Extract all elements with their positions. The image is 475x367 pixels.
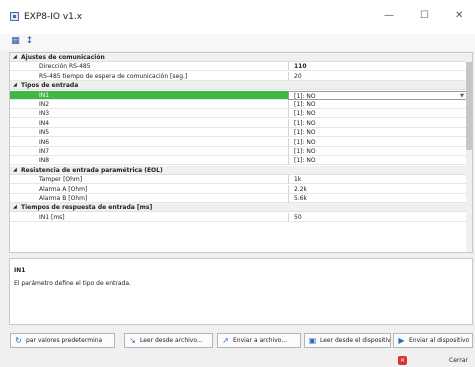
property-value-text: [1]: NO <box>294 92 316 100</box>
property-row[interactable]: Tamper [Ohm] 1k <box>10 175 468 185</box>
close-button[interactable]: ✕ Cerrar <box>392 354 470 367</box>
property-name: IN1 <box>10 90 288 100</box>
category-header[interactable]: ◢ Tiempos de respuesta de entrada [ms] <box>10 203 468 213</box>
property-name: IN8 <box>10 156 288 166</box>
property-name: Alarma B [Ohm] <box>10 194 288 203</box>
property-name: IN1 [ms] <box>10 213 288 222</box>
scrollbar-thumb[interactable] <box>466 62 472 150</box>
property-value[interactable]: 2.2k <box>288 184 468 194</box>
property-value-text: [1]: NO <box>294 138 316 146</box>
property-value[interactable]: [1]: NO <box>288 100 468 109</box>
category-header[interactable]: ◢ Ajustes de comunicación <box>10 53 468 62</box>
property-name: Dirección RS-485 <box>10 62 288 72</box>
property-row[interactable]: IN2 [1]: NO <box>10 100 468 109</box>
property-value[interactable]: 20 <box>288 71 468 81</box>
property-row[interactable]: Alarma A [Ohm] 2.2k <box>10 184 468 194</box>
property-value[interactable]: [1]: NO <box>288 118 468 128</box>
property-value-text: 1k <box>294 176 302 184</box>
property-row[interactable]: IN5 [1]: NO <box>10 128 468 138</box>
property-row[interactable]: Dirección RS-485 110 <box>10 62 468 72</box>
read-device-icon: ▣ <box>308 336 317 345</box>
property-value-text: [1]: NO <box>294 148 316 155</box>
category-label: Resistencia de entrada paramétrica (EOL) <box>10 166 468 175</box>
description-panel: IN1 El parámetro define el tipo de entra… <box>9 258 473 325</box>
category-header[interactable]: ◢ Tipos de entrada <box>10 81 468 91</box>
property-row[interactable]: Alarma B [Ohm] 5.6k <box>10 194 468 203</box>
read-from-device-button[interactable]: ▣ Leer desde el dispositivo <box>304 333 391 348</box>
property-row[interactable]: IN1 [ms] 50 <box>10 212 468 222</box>
property-value-text: [1]: NO <box>294 157 316 165</box>
property-name: IN2 <box>10 100 288 109</box>
category-label: Tipos de entrada <box>10 81 468 91</box>
property-value[interactable]: [1]: NO <box>288 147 468 156</box>
reset-defaults-label: par valores predetermina <box>26 337 103 344</box>
description-title: IN1 <box>14 267 26 274</box>
send-to-file-button[interactable]: ↗ Enviar a archivo... <box>217 333 301 348</box>
property-value[interactable]: 50 <box>288 212 468 222</box>
property-value[interactable]: [1]: NO ▼ <box>288 90 468 100</box>
read-from-device-label: Leer desde el dispositivo <box>320 337 391 344</box>
send-file-icon: ↗ <box>222 336 229 345</box>
read-file-icon: ↘ <box>129 336 136 345</box>
property-row[interactable]: IN1 [1]: NO ▼ <box>10 90 468 100</box>
read-from-file-label: Leer desde archivo... <box>140 337 203 344</box>
minimize-button[interactable]: — <box>384 10 394 21</box>
property-row[interactable]: IN7 [1]: NO <box>10 147 468 156</box>
property-name: RS-485 tiempo de espera de comunicación … <box>10 72 288 81</box>
send-to-device-button[interactable]: ▶ Enviar al dispositivo <box>393 333 473 348</box>
property-value-text: 20 <box>294 72 302 80</box>
property-value-text: [1]: NO <box>294 119 316 127</box>
window-title: EXP8-IO v1.x <box>24 12 83 22</box>
property-value-text: [1]: NO <box>294 101 316 108</box>
property-row[interactable]: IN3 [1]: NO <box>10 109 468 119</box>
property-name: IN5 <box>10 128 288 138</box>
property-grid: ◢ Ajustes de comunicación Dirección RS-485… <box>9 52 473 253</box>
property-row[interactable]: IN6 [1]: NO <box>10 137 468 147</box>
sort-alphabetical-icon[interactable]: ↕ <box>24 36 35 47</box>
property-value-text: 5.6k <box>294 195 308 202</box>
property-name: Alarma A [Ohm] <box>10 185 288 194</box>
property-value-text: [1]: NO <box>294 110 316 118</box>
property-row[interactable]: IN4 [1]: NO <box>10 118 468 128</box>
property-name: IN6 <box>10 138 288 147</box>
close-window-button[interactable]: ✕ <box>455 10 463 21</box>
send-device-icon: ▶ <box>398 336 405 345</box>
property-name: Tamper [Ohm] <box>10 175 288 185</box>
reset-defaults-button[interactable]: ↻ par valores predetermina <box>10 333 115 348</box>
close-icon: ✕ <box>398 356 407 365</box>
category-label: Ajustes de comunicación <box>10 53 468 62</box>
property-row[interactable]: IN8 [1]: NO <box>10 156 468 166</box>
category-header[interactable]: ◢ Resistencia de entrada paramétrica (EOL… <box>10 165 468 175</box>
categorized-view-icon[interactable]: ▦ <box>10 36 21 47</box>
property-value[interactable]: 5.6k <box>288 194 468 203</box>
property-value[interactable]: [1]: NO <box>288 128 468 138</box>
close-button-label: Cerrar <box>449 357 468 364</box>
property-value-text: [1]: NO <box>294 129 316 137</box>
title-bar: EXP8-IO v1.x — ☐ ✕ <box>0 0 475 34</box>
reset-icon: ↻ <box>15 336 22 345</box>
property-row[interactable]: RS-485 tiempo de espera de comunicación … <box>10 71 468 81</box>
category-label: Tiempos de respuesta de entrada [ms] <box>10 203 468 213</box>
property-value[interactable]: [1]: NO <box>288 156 468 166</box>
property-toolbar <box>0 34 475 51</box>
app-icon <box>10 12 19 21</box>
maximize-button[interactable]: ☐ <box>420 10 429 21</box>
property-value-text: 50 <box>294 213 302 221</box>
read-from-file-button[interactable]: ↘ Leer desde archivo... <box>124 333 213 348</box>
description-text: El parámetro define el tipo de entrada. <box>14 280 131 287</box>
property-name: IN4 <box>10 119 288 128</box>
property-value[interactable]: 110 <box>288 62 468 72</box>
send-to-device-label: Enviar al dispositivo <box>409 337 470 344</box>
property-name: IN3 <box>10 109 288 119</box>
property-value-text: 2.2k <box>294 185 308 193</box>
property-value[interactable]: 1k <box>288 175 468 185</box>
property-value[interactable]: [1]: NO <box>288 109 468 119</box>
send-to-file-label: Enviar a archivo... <box>233 337 288 344</box>
vertical-scrollbar[interactable] <box>466 53 472 252</box>
property-value[interactable]: [1]: NO <box>288 137 468 147</box>
property-value-text: 110 <box>294 63 307 71</box>
property-name: IN7 <box>10 147 288 156</box>
